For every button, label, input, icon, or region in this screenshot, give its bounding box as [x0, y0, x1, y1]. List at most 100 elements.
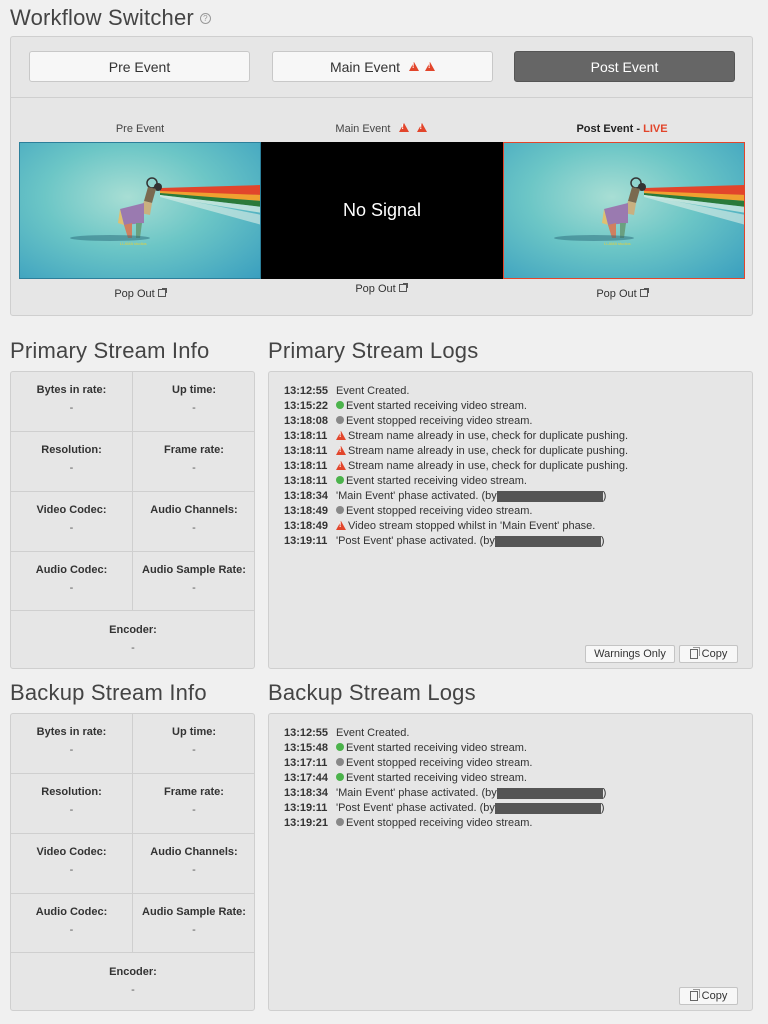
- post-event-button-label: Post Event: [590, 58, 659, 75]
- green-dot-icon: [336, 743, 344, 752]
- log-time: 13:19:21: [284, 817, 329, 829]
- log-message: Event stopped receiving video stream.: [346, 757, 533, 769]
- log-row: 13:15:48 Event started receiving video st…: [284, 741, 527, 756]
- main-event-button[interactable]: Main Event: [272, 51, 493, 82]
- warning-icon: [416, 123, 427, 132]
- log-time: 13:18:11: [284, 430, 328, 442]
- workflow-switcher-panel: Pre Event Main Event Post Event Pre Even…: [10, 36, 753, 316]
- field-label: Resolution:: [41, 444, 102, 456]
- field-value: -: [69, 582, 74, 594]
- log-row: 13:19:21 Event stopped receiving video st…: [284, 816, 533, 831]
- grey-dot-icon: [336, 818, 344, 827]
- log-row: 13:12:55 Event Created.: [284, 384, 409, 399]
- field-label: Audio Sample Rate:: [142, 564, 246, 576]
- log-message: Stream name already in use, check for du…: [348, 445, 629, 457]
- popout-label: Pop Out: [114, 288, 155, 300]
- grey-dot-icon: [336, 758, 344, 767]
- log-row: 13:18:49 Video stream stopped whilst in '…: [284, 519, 595, 534]
- field-value: -: [192, 522, 196, 534]
- warning-icon: [336, 431, 346, 440]
- primary-stream-logs-title: Primary Stream Logs: [268, 338, 479, 363]
- main-event-preview[interactable]: No Signal: [261, 142, 503, 279]
- log-message: 'Post Event' phase activated. (by: [336, 802, 495, 814]
- divider: [11, 97, 752, 98]
- log-time: 13:18:11: [284, 445, 328, 457]
- log-time: 13:18:11: [284, 460, 328, 472]
- video-codec-field: Video Codec: -: [11, 504, 132, 534]
- audio-codec-field: Audio Codec: -: [11, 564, 132, 594]
- field-value: -: [192, 864, 196, 876]
- llama-logo-icon: LLAMA studios: [70, 177, 260, 246]
- backup-stream-info-panel: Bytes in rate: - Up time: - Resolution: …: [10, 713, 255, 1011]
- log-row: 13:19:11 'Post Event' phase activated. (b…: [284, 534, 605, 549]
- field-label: Audio Sample Rate:: [142, 906, 246, 918]
- pre-event-preview-label-text: Pre Event: [115, 123, 165, 135]
- log-message: 'Post Event' phase activated. (by: [336, 535, 495, 547]
- log-row: 13:18:34 'Main Event' phase activated. (b…: [284, 786, 606, 801]
- audio-sample-rate-field: Audio Sample Rate: -: [133, 906, 255, 936]
- external-link-icon: [157, 288, 167, 298]
- log-message: 'Main Event' phase activated. (by: [336, 787, 497, 799]
- divider: [11, 431, 254, 432]
- copy-icon: [689, 989, 700, 1001]
- log-message-suffix: ): [602, 787, 607, 799]
- log-time: 13:18:34: [284, 490, 329, 502]
- field-label: Up time:: [172, 726, 216, 738]
- log-message: Event Created.: [336, 727, 410, 739]
- field-value: -: [69, 924, 74, 936]
- field-value: -: [192, 582, 196, 594]
- frame-rate-field: Frame rate: -: [133, 786, 255, 816]
- field-label: Audio Channels:: [150, 846, 238, 858]
- post-event-preview[interactable]: LLAMA studios: [503, 142, 745, 279]
- help-icon[interactable]: ?: [199, 12, 211, 24]
- warning-icon: [336, 446, 346, 455]
- svg-text:LLAMA studios: LLAMA studios: [120, 241, 147, 246]
- log-message: Event Created.: [336, 385, 410, 397]
- log-message-suffix: ): [602, 490, 607, 502]
- main-event-popout-link[interactable]: Pop Out: [261, 283, 501, 295]
- pre-event-preview[interactable]: LLAMA studios: [19, 142, 261, 279]
- field-value: -: [69, 462, 74, 474]
- log-time: 13:19:11: [284, 535, 328, 547]
- workflow-switcher-title: Workflow Switcher?: [10, 5, 211, 31]
- log-time: 13:17:11: [284, 757, 328, 769]
- redacted-user: [496, 787, 603, 799]
- post-event-button[interactable]: Post Event: [514, 51, 735, 82]
- log-row: 13:19:11 'Post Event' phase activated. (b…: [284, 801, 605, 816]
- post-event-preview-label-text: Post Event: [576, 123, 634, 135]
- field-value: -: [192, 744, 196, 756]
- warning-icon: [398, 123, 409, 132]
- log-message: Event started receiving video stream.: [346, 400, 527, 412]
- field-value: -: [192, 924, 196, 936]
- backup-stream-logs-title: Backup Stream Logs: [268, 680, 476, 705]
- pre-event-popout-link[interactable]: Pop Out: [20, 288, 260, 300]
- copy-button[interactable]: Copy: [679, 645, 738, 663]
- field-label: Bytes in rate:: [36, 726, 107, 738]
- log-row: 13:12:55 Event Created.: [284, 726, 409, 741]
- field-label: Frame rate:: [164, 786, 224, 798]
- main-event-button-label: Main Event: [329, 58, 401, 75]
- field-label: Audio Channels:: [150, 504, 238, 516]
- divider: [11, 610, 254, 611]
- log-message: Stream name already in use, check for du…: [348, 430, 629, 442]
- video-codec-field: Video Codec: -: [11, 846, 132, 876]
- post-event-popout-link[interactable]: Pop Out: [502, 288, 742, 300]
- pre-event-button[interactable]: Pre Event: [29, 51, 250, 82]
- copy-button[interactable]: Copy: [679, 987, 738, 1005]
- warnings-only-button[interactable]: Warnings Only: [585, 645, 675, 663]
- log-row: 13:15:22 Event started receiving video st…: [284, 399, 527, 414]
- grey-dot-icon: [336, 506, 344, 515]
- warning-icon: [425, 62, 436, 71]
- audio-codec-field: Audio Codec: -: [11, 906, 132, 936]
- log-row: 13:18:34 'Main Event' phase activated. (b…: [284, 489, 606, 504]
- llama-logo-icon: LLAMA studios: [554, 177, 744, 246]
- bytes-in-rate-field: Bytes in rate: -: [11, 384, 132, 414]
- frame-rate-field: Frame rate: -: [133, 444, 255, 474]
- primary-stream-info-title: Primary Stream Info: [10, 338, 210, 363]
- field-value: -: [69, 804, 74, 816]
- field-value: -: [69, 864, 74, 876]
- log-time: 13:18:49: [284, 520, 329, 532]
- field-value: -: [192, 402, 196, 414]
- field-value: -: [192, 462, 196, 474]
- field-label: Bytes in rate:: [36, 384, 107, 396]
